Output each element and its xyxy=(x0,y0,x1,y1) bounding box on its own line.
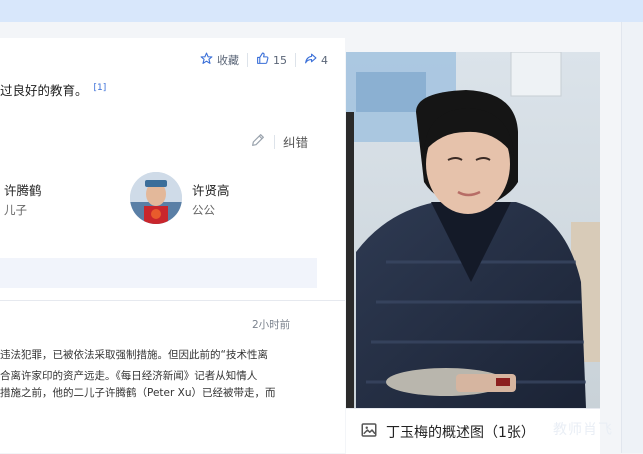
correct-button[interactable]: 纠错 xyxy=(250,132,308,151)
star-icon xyxy=(200,52,213,68)
share-icon xyxy=(304,52,317,68)
relation-name[interactable]: 许腾鹤 xyxy=(4,180,42,199)
share-button[interactable]: 4 xyxy=(304,52,328,68)
favorite-button[interactable]: 收藏 xyxy=(200,52,239,68)
news-line[interactable]: 违法犯罪，已被依法采取强制措施。但因此前的“技术性离 xyxy=(0,347,268,362)
relation-name[interactable]: 许贤高 xyxy=(192,180,230,199)
like-button[interactable]: 15 xyxy=(256,52,287,68)
right-side-rail xyxy=(621,22,643,453)
like-count: 15 xyxy=(273,53,287,67)
section-header-bar xyxy=(0,258,317,288)
watermark-text: 教师肖飞 xyxy=(553,422,613,438)
share-count: 4 xyxy=(321,53,328,67)
relation-type: 儿子 xyxy=(4,203,27,217)
pencil-icon xyxy=(250,132,266,151)
avatar[interactable] xyxy=(130,172,182,224)
image-icon xyxy=(360,421,378,443)
news-line[interactable]: 措施之前，他的二儿子许腾鹤（Peter Xu）已经被带走，而 xyxy=(0,385,276,400)
divider xyxy=(0,300,345,301)
divider xyxy=(247,53,248,67)
relation-type: 公公 xyxy=(192,203,215,217)
intro-text: 过良好的教育。 [1] xyxy=(0,80,106,99)
photo-caption: 丁玉梅的概述图（1张） xyxy=(386,424,535,441)
correct-label: 纠错 xyxy=(283,135,309,150)
action-bar: 收藏 15 4 xyxy=(200,50,328,70)
reference-link[interactable]: [1] xyxy=(94,83,107,93)
browser-top-bar xyxy=(0,0,643,22)
profile-photo[interactable] xyxy=(346,52,600,408)
thumbs-up-icon xyxy=(256,52,269,68)
divider xyxy=(274,134,275,149)
favorite-label: 收藏 xyxy=(217,54,239,67)
news-line[interactable]: 合离许家印的资产远走。《每日经济新闻》记者从知情人 xyxy=(0,368,257,383)
intro-line: 过良好的教育。 xyxy=(0,83,88,98)
divider xyxy=(295,53,296,67)
news-timestamp: 2小时前 xyxy=(252,319,291,331)
